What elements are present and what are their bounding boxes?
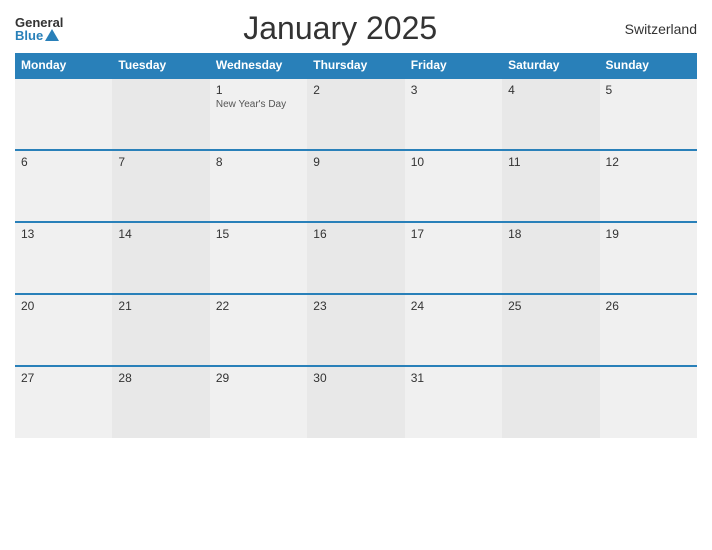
calendar-cell (502, 366, 599, 438)
day-number: 11 (508, 155, 593, 169)
calendar-week-row: 1 New Year's Day 2345 (15, 78, 697, 150)
calendar-cell: 13 (15, 222, 112, 294)
days-of-week-row: Monday Tuesday Wednesday Thursday Friday… (15, 53, 697, 78)
day-number: 31 (411, 371, 496, 385)
calendar-cell: 24 (405, 294, 502, 366)
calendar-cell: 29 (210, 366, 307, 438)
day-number: 27 (21, 371, 106, 385)
day-number: 17 (411, 227, 496, 241)
day-number: 18 (508, 227, 593, 241)
col-saturday: Saturday (502, 53, 599, 78)
calendar-cell: 15 (210, 222, 307, 294)
calendar-cell: 22 (210, 294, 307, 366)
calendar-cell (600, 366, 697, 438)
calendar-header-row: Monday Tuesday Wednesday Thursday Friday… (15, 53, 697, 78)
calendar-week-row: 27 28 29 30 31 (15, 366, 697, 438)
day-number: 16 (313, 227, 398, 241)
col-thursday: Thursday (307, 53, 404, 78)
calendar-cell: 1 New Year's Day (210, 78, 307, 150)
day-number: 26 (606, 299, 691, 313)
calendar-week-row: 13 14 15 16 17 18 19 (15, 222, 697, 294)
col-wednesday: Wednesday (210, 53, 307, 78)
calendar-cell (112, 78, 209, 150)
logo-general-text: General (15, 16, 63, 29)
day-number: 7 (118, 155, 203, 169)
day-number: 15 (216, 227, 301, 241)
calendar-cell: 14 (112, 222, 209, 294)
calendar-cell: 9 (307, 150, 404, 222)
calendar-cell: 12 (600, 150, 697, 222)
calendar-cell: 5 (600, 78, 697, 150)
calendar-cell: 3 (405, 78, 502, 150)
day-number: 8 (216, 155, 301, 169)
day-number: 25 (508, 299, 593, 313)
day-number: 28 (118, 371, 203, 385)
calendar-cell: 31 (405, 366, 502, 438)
calendar-header: General Blue January 2025 Switzerland (15, 10, 697, 47)
col-monday: Monday (15, 53, 112, 78)
calendar-cell: 28 (112, 366, 209, 438)
day-number: 3 (411, 83, 496, 97)
logo-triangle-icon (45, 29, 59, 41)
day-number: 24 (411, 299, 496, 313)
day-number: 1 (216, 83, 301, 97)
calendar-cell: 7 (112, 150, 209, 222)
day-number: 21 (118, 299, 203, 313)
calendar-cell: 11 (502, 150, 599, 222)
calendar-cell: 20 (15, 294, 112, 366)
calendar-week-row: 6789 10 11 12 (15, 150, 697, 222)
calendar-cell: 23 (307, 294, 404, 366)
col-tuesday: Tuesday (112, 53, 209, 78)
holiday-label: New Year's Day (216, 99, 301, 110)
col-friday: Friday (405, 53, 502, 78)
calendar-cell: 8 (210, 150, 307, 222)
calendar-cell: 2 (307, 78, 404, 150)
logo: General Blue (15, 16, 63, 42)
day-number: 10 (411, 155, 496, 169)
calendar-cell: 10 (405, 150, 502, 222)
day-number: 23 (313, 299, 398, 313)
day-number: 12 (606, 155, 691, 169)
day-number: 29 (216, 371, 301, 385)
calendar-cell: 30 (307, 366, 404, 438)
day-number: 30 (313, 371, 398, 385)
calendar-cell: 18 (502, 222, 599, 294)
col-sunday: Sunday (600, 53, 697, 78)
day-number: 20 (21, 299, 106, 313)
day-number: 14 (118, 227, 203, 241)
calendar-table: Monday Tuesday Wednesday Thursday Friday… (15, 53, 697, 438)
day-number: 6 (21, 155, 106, 169)
calendar-cell: 19 (600, 222, 697, 294)
calendar-container: General Blue January 2025 Switzerland Mo… (0, 0, 712, 550)
calendar-cell (15, 78, 112, 150)
calendar-cell: 6 (15, 150, 112, 222)
calendar-body: 1New Year's Day2345678910111213141516171… (15, 78, 697, 438)
day-number: 22 (216, 299, 301, 313)
calendar-cell: 17 (405, 222, 502, 294)
calendar-cell: 16 (307, 222, 404, 294)
day-number: 5 (606, 83, 691, 97)
day-number: 19 (606, 227, 691, 241)
day-number: 4 (508, 83, 593, 97)
calendar-cell: 26 (600, 294, 697, 366)
month-title: January 2025 (63, 10, 617, 47)
country-label: Switzerland (617, 21, 697, 37)
logo-blue-text: Blue (15, 29, 43, 42)
day-number: 13 (21, 227, 106, 241)
calendar-cell: 25 (502, 294, 599, 366)
calendar-week-row: 20 21 22 23 24 25 26 (15, 294, 697, 366)
day-number: 9 (313, 155, 398, 169)
calendar-cell: 4 (502, 78, 599, 150)
calendar-cell: 21 (112, 294, 209, 366)
day-number: 2 (313, 83, 398, 97)
calendar-cell: 27 (15, 366, 112, 438)
